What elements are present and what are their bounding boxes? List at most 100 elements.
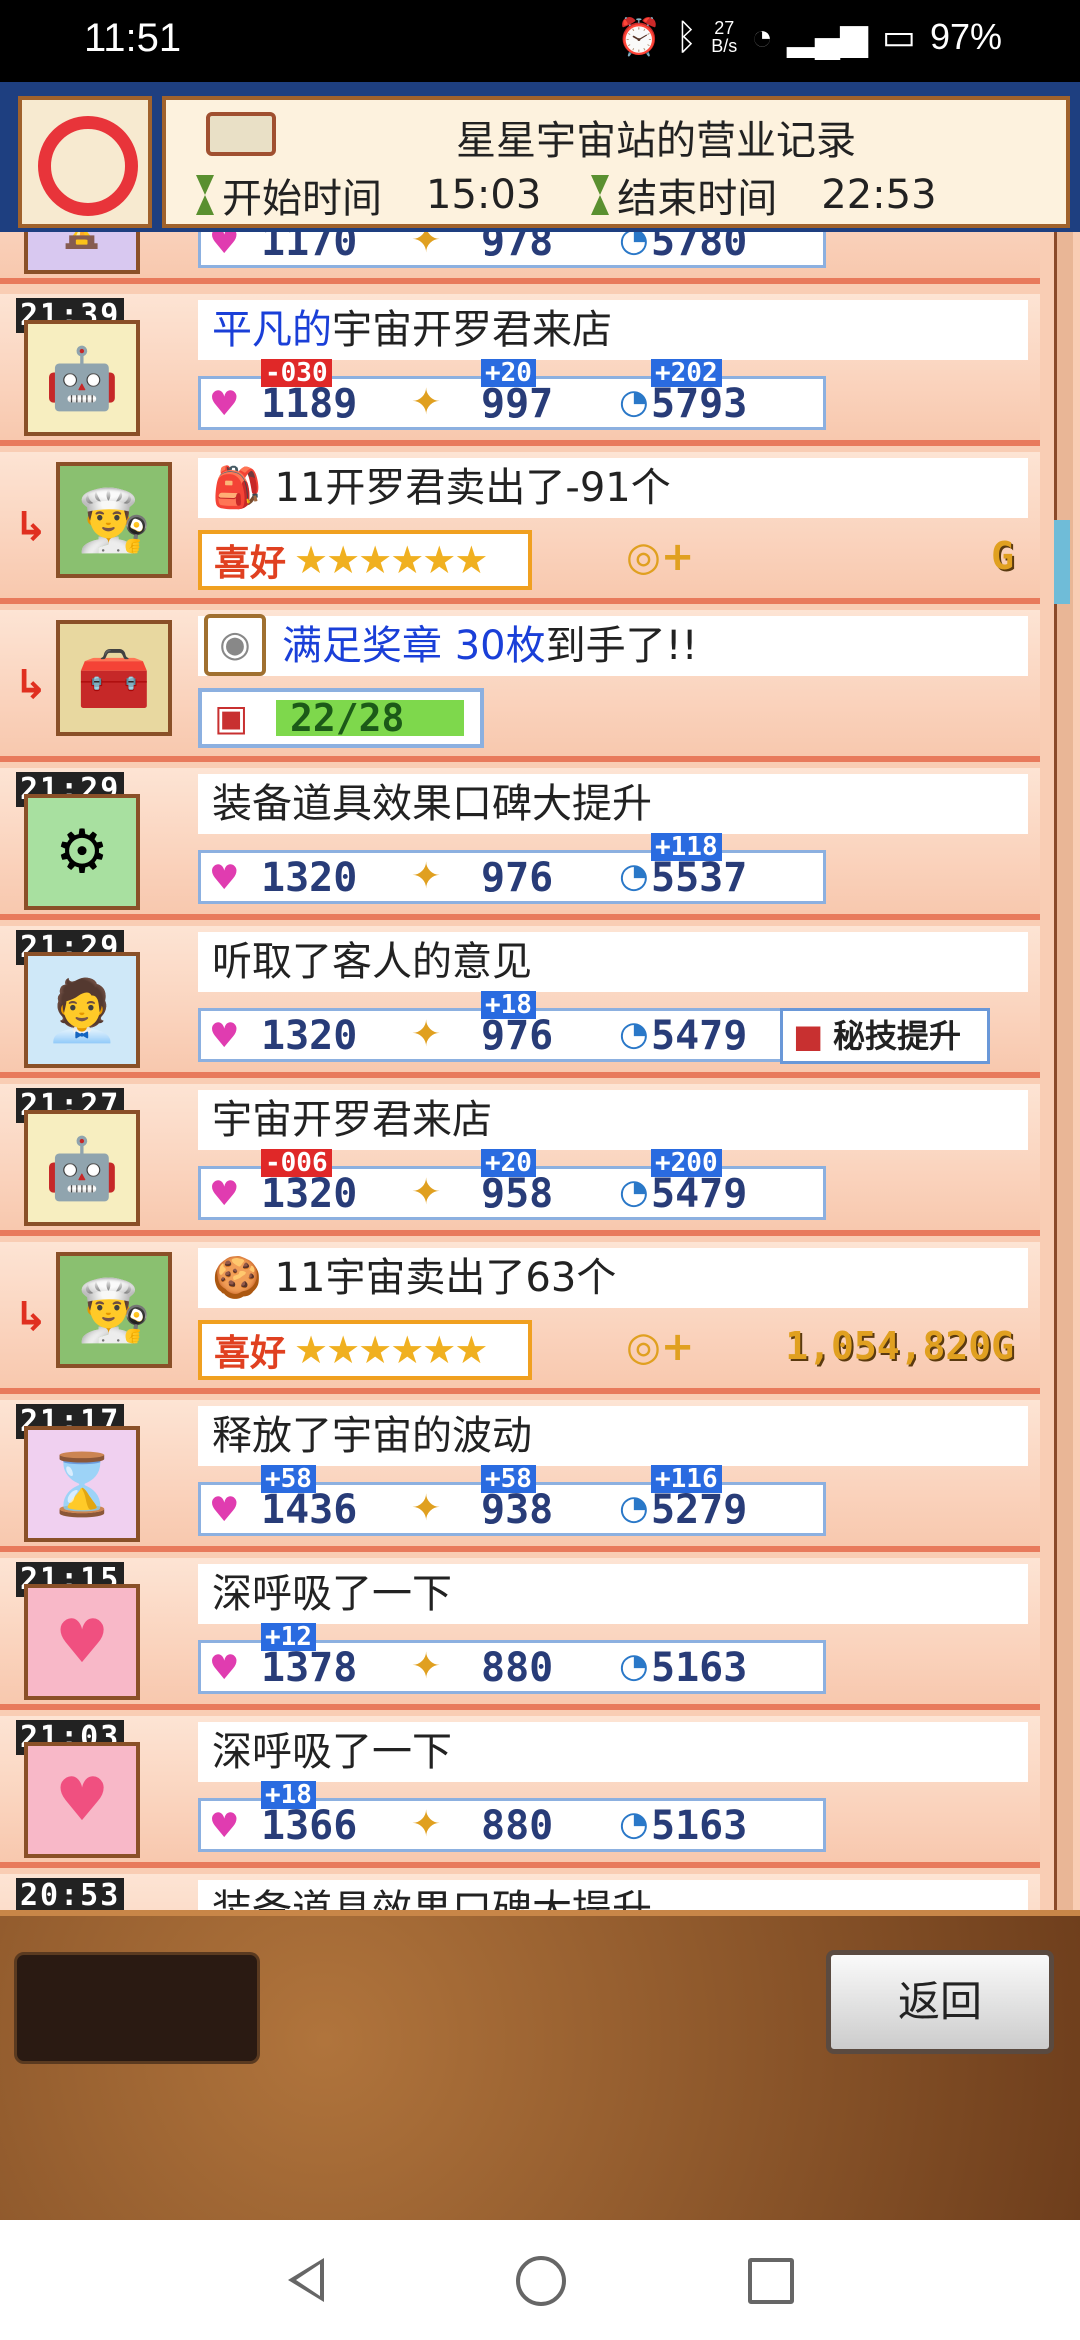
entry-message: 深呼吸了一下 [198, 1564, 1028, 1624]
heart-icon: ♥ [209, 1648, 240, 1688]
message-text: 11宇宙卖出了63个 [274, 1255, 617, 1301]
medal-count: 满足奖章 30枚 [282, 623, 546, 669]
info-window [14, 1952, 260, 2064]
bag-icon: 🎒 [212, 465, 275, 511]
chest-icon: ▣ [214, 698, 249, 739]
spark-icon: ✦ [411, 382, 442, 423]
sales-amount: 1,054,820G [785, 1324, 1014, 1368]
log-entry: 21:29 🧑‍💼 听取了客人的意见 ♥ 1320 ✦ +18 976 ◔ 54… [0, 926, 1040, 1078]
stars: ★★★★★★ [294, 1328, 488, 1372]
home-nav-icon[interactable] [516, 2256, 566, 2306]
stats-bar: ♥ 1170 ✦ 978 ◔ 5780 [198, 232, 826, 268]
entry-message: 🎒 11开罗君卖出了-91个 [198, 458, 1028, 518]
recents-nav-icon[interactable] [748, 2258, 794, 2304]
heart-icon: ♥ [209, 858, 240, 898]
treasure-chest-icon: 🧰 [56, 620, 172, 736]
entry-time: 20:53 [16, 1878, 125, 1910]
signal-icon: ▂▄▆ [787, 16, 868, 57]
love-value: 1320 [261, 1013, 358, 1059]
scrollbar-track[interactable] [1054, 232, 1073, 1910]
medal-entry: ↳ 🧰 满足奖章 30枚到手了!! ◉ ▣ 22/28 [0, 610, 1040, 762]
preference-bar: 喜好 ★★★★★★ [198, 1320, 532, 1380]
coin-plus-icon: ◎+ [626, 534, 695, 580]
log-entry: 🏆 ♥ 1170 ✦ 978 ◔ 5780 [0, 232, 1040, 284]
entry-message: 深呼吸了一下 [198, 1722, 1028, 1782]
love-value: 1320 [261, 855, 358, 901]
heart-icon: ♥ [209, 232, 240, 262]
preference-bar: 喜好 ★★★★★★ [198, 530, 532, 590]
cookie-icon: 🍪 [212, 1255, 275, 1301]
chef-portrait-icon: 👨‍🍳 [56, 462, 172, 578]
spark-icon: ✦ [411, 856, 442, 897]
store-logo [18, 96, 152, 228]
spark-icon: ✦ [411, 1014, 442, 1055]
medal-icon: ◉ [204, 614, 266, 676]
status-icons: ⏰ ᛒ 27 B/s ◔ ▂▄▆ ▭ 97% [617, 16, 1002, 58]
entry-message: 释放了宇宙的波动 [198, 1406, 1028, 1466]
heart-portrait-icon: ♥ [24, 1584, 140, 1700]
wifi-icon: ◔ [751, 16, 774, 57]
ring-icon [38, 116, 138, 216]
log-entry: 21:17 ⌛ 释放了宇宙的波动 ♥ +58 1436 ✦ +58 938 ◔ … [0, 1400, 1040, 1552]
stats-bar: ♥ +18 1366 ✦ 880 ◔ 5163 [198, 1781, 826, 1852]
spark-value: 976 [481, 855, 554, 901]
sales-entry: ↳ 👨‍🍳 🍪 11宇宙卖出了63个 喜好 ★★★★★★ ◎+ 1,054,82… [0, 1242, 1040, 1394]
log-entry: 21:15 ♥ 深呼吸了一下 ♥ +12 1378 ✦ 880 ◔ 5163 [0, 1558, 1040, 1710]
visitor-portrait-icon: 🤖 [24, 320, 140, 436]
alarm-icon: ⏰ [616, 16, 662, 57]
chat-value: 5479 [651, 1013, 748, 1059]
heart-icon: ♥ [209, 1016, 240, 1056]
hourglass-icon [591, 175, 610, 215]
entry-message: 满足奖章 30枚到手了!! [198, 616, 1028, 676]
spark-value: 938 [481, 1487, 554, 1533]
back-button[interactable]: 返回 [826, 1950, 1054, 2054]
love-value: 1189 [261, 381, 358, 427]
stats-bar: ♥ 1320 ✦ 976 ◔ +118 5537 [198, 833, 826, 904]
gear-icon: ⚙ [24, 794, 140, 910]
log-entry: 21:39 🤖 平凡的宇宙开罗君来店 ♥ -030 1189 ✦ +20 997… [0, 294, 1040, 446]
heart-icon: ♥ [209, 1806, 240, 1846]
chat-value: 5537 [651, 855, 748, 901]
system-nav-bar [0, 2220, 1080, 2340]
spark-value: 997 [481, 381, 554, 427]
chat-icon: ◔ [619, 1014, 649, 1054]
message-text: 宇宙开罗君来店 [332, 307, 612, 353]
chef-portrait-icon: 👨‍🍳 [56, 1252, 172, 1368]
spark-icon: ✦ [411, 1488, 442, 1529]
chat-icon: ◔ [619, 1804, 649, 1844]
scrollbar-thumb[interactable] [1054, 520, 1070, 604]
heart-icon: ♥ [209, 1490, 240, 1530]
status-bar: 11:51 ⏰ ᛒ 27 B/s ◔ ▂▄▆ ▭ 97% [0, 0, 1080, 82]
preference-label: 喜好 [214, 543, 287, 584]
chat-icon: ◔ [619, 382, 649, 422]
heart-portrait-icon: ♥ [24, 1742, 140, 1858]
chat-value: 5793 [651, 381, 748, 427]
message-text: 到手了!! [545, 623, 698, 669]
log-entry: 21:03 ♥ 深呼吸了一下 ♥ +18 1366 ✦ 880 ◔ 5163 [0, 1716, 1040, 1868]
spark-value: 976 [481, 1013, 554, 1059]
progress-text: 22/28 [290, 696, 405, 740]
spark-value: 880 [481, 1645, 554, 1691]
log-entry: 20:53 装备道具效果口碑大提升 [0, 1874, 1040, 1910]
chat-value: 5479 [651, 1171, 748, 1217]
start-time: 15:03 [426, 172, 542, 218]
bottom-panel: 返回 [0, 1910, 1080, 2226]
coin-plus-icon: ◎+ [626, 1324, 695, 1370]
stats-bar: ♥ -006 1320 ✦ +20 958 ◔ +200 5479 [198, 1149, 826, 1220]
heart-icon: ♥ [209, 1174, 240, 1214]
back-nav-icon[interactable] [288, 2258, 324, 2302]
love-value: 1170 [261, 232, 358, 265]
spark-value: 958 [481, 1171, 554, 1217]
sales-entry: ↳ 👨‍🍳 🎒 11开罗君卖出了-91个 喜好 ★★★★★★ ◎+ G [0, 452, 1040, 604]
stats-bar: ♥ +58 1436 ✦ +58 938 ◔ +116 5279 [198, 1465, 826, 1536]
status-time: 11:51 [84, 16, 182, 60]
log-list[interactable]: 🏆 ♥ 1170 ✦ 978 ◔ 5780 21:39 🤖 平凡的宇宙开罗君来店… [0, 232, 1080, 1910]
start-label: 开始时间 [222, 176, 382, 222]
network-speed: 27 B/s [711, 18, 738, 56]
message-text: 11开罗君卖出了-91个 [274, 465, 671, 511]
battery-percent: 97% [929, 16, 1002, 57]
sales-amount: G [991, 534, 1014, 578]
visitor-portrait-icon: 🤖 [24, 1110, 140, 1226]
log-entry: 21:27 🤖 宇宙开罗君来店 ♥ -006 1320 ✦ +20 958 ◔ … [0, 1084, 1040, 1236]
arrow-icon: ↳ [14, 662, 48, 708]
